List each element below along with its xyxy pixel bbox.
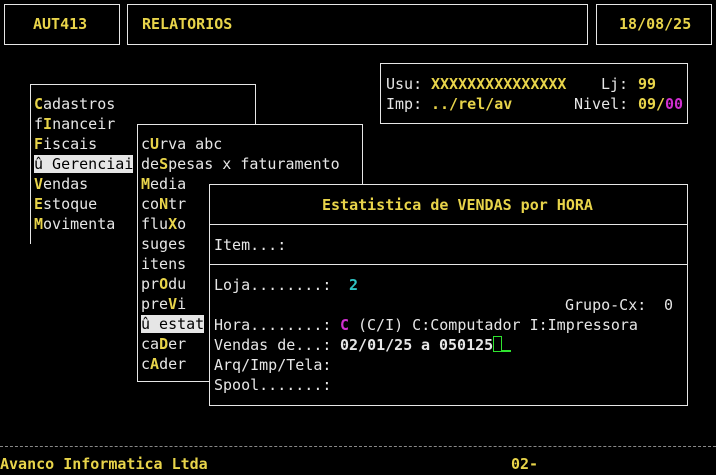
dialog-divider-1: [209, 224, 688, 225]
company-name: Avanco Informatica Ltda: [0, 455, 208, 473]
sub-menu-item-hotkey: A: [150, 355, 160, 373]
loja-label: Loja........:: [214, 276, 332, 294]
sub-menu-item-label: suges: [141, 235, 187, 253]
main-menu-item-hotkey: E: [34, 195, 44, 213]
main-menu-item-label: stoque: [43, 195, 98, 213]
main-menu-item-hotkey: I: [43, 115, 53, 133]
sub-menu-item-hotkey: X: [168, 215, 178, 233]
item-label: Item...:: [214, 236, 287, 254]
sub-menu-item[interactable]: cAder: [141, 354, 186, 374]
sub-menu-item-hotkey: N: [159, 195, 169, 213]
sub-menu-item-hotkey: D: [159, 335, 169, 353]
sub-menu-item-label: du: [168, 275, 187, 293]
status-bar: Avanco Informatica Ltda 02-: [0, 446, 716, 475]
usu-label: Usu:: [386, 75, 423, 93]
sub-menu-item-label: pr: [141, 275, 160, 293]
sub-menu-item[interactable]: coNtr: [141, 194, 186, 214]
hora-help: (C/I) C:Computador I:Impressora: [358, 316, 638, 334]
sub-menu-item-hotkey: U: [150, 135, 160, 153]
current-date: 18/08/25: [619, 15, 692, 33]
text-cursor: [493, 335, 511, 355]
sub-menu-item-label: tr: [168, 195, 187, 213]
nivel-value: 09/: [638, 95, 666, 113]
lj-value: 99: [638, 75, 657, 93]
arq-label: Arq/Imp/Tela:: [214, 356, 332, 374]
sub-menu-item[interactable]: itens: [141, 254, 186, 274]
main-menu-item-label: û Gerenciai: [34, 155, 134, 173]
main-menu-item[interactable]: û Gerenciai: [34, 154, 134, 174]
sub-menu-item-label: rva abc: [159, 135, 223, 153]
sub-menu-item-label: pesas x faturamento: [168, 155, 340, 173]
sub-menu-item[interactable]: caDer: [141, 334, 186, 354]
sub-menu-item-label: er: [168, 335, 187, 353]
sub-menu-item-label: ca: [141, 335, 160, 353]
sub-menu-item-hotkey: M: [141, 175, 151, 193]
main-menu-item-label: adastros: [43, 95, 116, 113]
dialog-title: Estatistica de VENDAS por HORA: [322, 196, 593, 214]
app-code: AUT413: [33, 15, 88, 33]
main-menu-item[interactable]: Estoque: [34, 194, 97, 214]
lj-label: Lj:: [601, 75, 629, 93]
spool-label: Spool.......:: [214, 376, 332, 394]
main-menu-item-label: f: [34, 115, 44, 133]
imp-value: ../rel/av: [431, 95, 513, 113]
sub-menu-item-label: û estat: [141, 315, 205, 333]
sub-menu-item[interactable]: prOdu: [141, 274, 186, 294]
main-menu-item-label: ovimenta: [43, 215, 116, 233]
vendas-from-field[interactable]: 02/01/25: [340, 335, 412, 355]
header-date-box: 18/08/25: [596, 4, 712, 45]
sub-menu-item-label: itens: [141, 255, 187, 273]
main-menu-item[interactable]: Cadastros: [34, 94, 115, 114]
sub-menu-item-label: pre: [141, 295, 169, 313]
sub-menu-item[interactable]: preVi: [141, 294, 186, 314]
sub-menu-item[interactable]: û estat: [141, 314, 205, 334]
sub-menu-item-label: flu: [141, 215, 169, 233]
main-menu-item-hotkey: C: [34, 95, 44, 113]
main-menu-item-label: iscais: [43, 135, 98, 153]
sub-menu-item-hotkey: O: [159, 275, 169, 293]
sub-menu-item[interactable]: fluXo: [141, 214, 186, 234]
hora-label: Hora........:: [214, 316, 332, 334]
user-panel: Usu: XXXXXXXXXXXXXXX Lj: 99 Imp: ../rel/…: [380, 63, 688, 124]
page-indicator: 02-: [511, 455, 539, 473]
imp-label: Imp:: [386, 95, 423, 113]
sub-menu-item-label: edia: [150, 175, 187, 193]
grupo-value[interactable]: 0: [664, 295, 673, 315]
vendas-label: Vendas de...:: [214, 336, 332, 354]
loja-value[interactable]: 2: [349, 275, 358, 295]
sub-menu-item-label: o: [177, 215, 187, 233]
sub-menu-item-label: c: [141, 135, 151, 153]
nivel-value-2: 00: [665, 95, 684, 113]
sub-menu-item[interactable]: suges: [141, 234, 186, 254]
main-menu-item[interactable]: Fiscais: [34, 134, 97, 154]
sub-menu-item[interactable]: deSpesas x faturamento: [141, 154, 340, 174]
usu-value: XXXXXXXXXXXXXXX: [431, 75, 567, 93]
sub-menu-item-hotkey: S: [159, 155, 169, 173]
main-menu-item-hotkey: M: [34, 215, 44, 233]
sub-menu-item-label: der: [159, 355, 187, 373]
main-menu-item[interactable]: Vendas: [34, 174, 88, 194]
sub-menu-item[interactable]: cUrva abc: [141, 134, 222, 154]
header-code-box: AUT413: [4, 4, 120, 45]
dialog-divider-2: [209, 264, 688, 265]
main-menu-item-hotkey: F: [34, 135, 44, 153]
main-menu-item-label: nanceir: [52, 115, 116, 133]
hora-value[interactable]: C: [340, 315, 349, 335]
grupo-label: Grupo-Cx:: [565, 296, 647, 314]
sub-menu-item-label: c: [141, 355, 151, 373]
vendas-to-field[interactable]: 050125: [439, 335, 493, 355]
sub-menu-item-label: co: [141, 195, 160, 213]
main-menu-item-hotkey: V: [34, 175, 44, 193]
main-menu-item-label: endas: [43, 175, 89, 193]
module-title: RELATORIOS: [142, 15, 233, 33]
sub-menu-item-hotkey: V: [168, 295, 178, 313]
sub-menu-item-label: de: [141, 155, 160, 173]
main-menu-item[interactable]: fInanceir: [34, 114, 115, 134]
main-menu-item[interactable]: Movimenta: [34, 214, 115, 234]
sub-menu-item[interactable]: Media: [141, 174, 186, 194]
vendas-sep: a: [421, 336, 431, 354]
sub-menu-item-label: i: [177, 295, 187, 313]
header-module-box: RELATORIOS: [127, 4, 588, 45]
nivel-label: Nivel:: [574, 95, 629, 113]
